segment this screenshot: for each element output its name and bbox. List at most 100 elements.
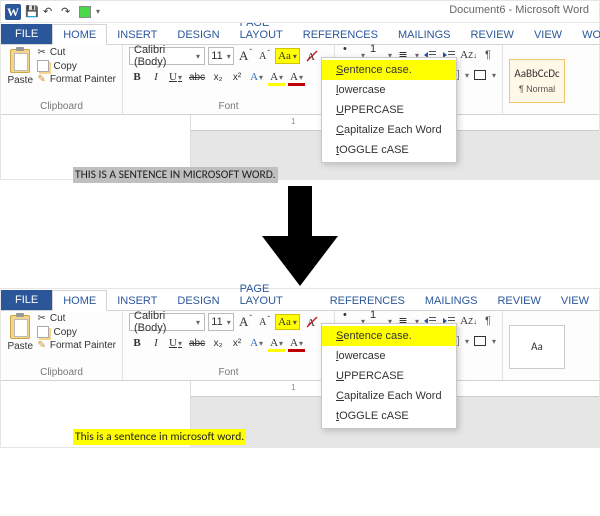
tab-page-layout[interactable]: PAGE LAYOUT bbox=[230, 279, 320, 310]
undo-icon[interactable]: ↶ bbox=[43, 5, 57, 19]
underline-button[interactable]: U▾ bbox=[167, 335, 184, 351]
tab-mailings[interactable]: MAILINGS bbox=[415, 291, 488, 310]
font-size-combo[interactable]: 11▾ bbox=[208, 47, 234, 65]
italic-button[interactable]: I bbox=[148, 335, 164, 351]
superscript-button[interactable]: x bbox=[229, 69, 245, 85]
redo-icon[interactable]: ↷ bbox=[61, 5, 75, 19]
document-text-result[interactable]: This is a sentence in microsoft word. bbox=[73, 429, 246, 445]
save-icon[interactable]: 💾 bbox=[25, 5, 39, 19]
ruler-tick: 1 bbox=[291, 117, 295, 126]
tab-file[interactable]: FILE bbox=[1, 24, 52, 44]
strikethrough-button[interactable]: abc bbox=[187, 335, 207, 351]
font-size-value: 11 bbox=[211, 316, 222, 328]
borders-button[interactable] bbox=[472, 333, 488, 349]
paste-button[interactable]: Paste bbox=[7, 47, 33, 100]
italic-button[interactable]: I bbox=[148, 69, 164, 85]
sort-button[interactable] bbox=[460, 47, 477, 63]
borders-button[interactable] bbox=[472, 67, 488, 83]
clear-formatting-button[interactable]: A bbox=[303, 48, 321, 64]
superscript-button[interactable]: x bbox=[229, 335, 245, 351]
style-normal[interactable]: Aa bbox=[509, 325, 565, 369]
tab-mailings[interactable]: MAILINGS bbox=[388, 25, 461, 44]
case-capitalize[interactable]: Capitalize Each Word bbox=[322, 386, 456, 406]
tab-references[interactable]: REFERENCES bbox=[293, 25, 388, 44]
tab-insert[interactable]: INSERT bbox=[107, 25, 167, 44]
case-uppercase[interactable]: UPPERCASE bbox=[322, 366, 456, 386]
tab-references[interactable]: REFERENCES bbox=[320, 291, 415, 310]
window-title: Document6 - Microsoft Word bbox=[449, 4, 589, 16]
document-text-selected[interactable]: THIS IS A SENTENCE IN MICROSOFT WORD. bbox=[73, 167, 278, 183]
tab-insert[interactable]: INSERT bbox=[107, 291, 167, 310]
case-capitalize[interactable]: Capitalize Each Word bbox=[322, 120, 456, 140]
tab-file[interactable]: FILE bbox=[1, 290, 52, 310]
format-painter-label: Format Painter bbox=[50, 340, 116, 351]
clear-formatting-button[interactable]: A bbox=[303, 314, 321, 330]
grow-font-button[interactable] bbox=[237, 48, 253, 64]
cut-button[interactable]: Cut bbox=[37, 47, 116, 58]
case-lowercase[interactable]: lowercase bbox=[322, 346, 456, 366]
tab-home[interactable]: HOME bbox=[52, 24, 107, 45]
group-font: Calibri (Body)▾ 11▾ A B I U▾ abc x x bbox=[123, 45, 335, 114]
document-area: 1 This is a sentence in microsoft word. bbox=[1, 381, 599, 447]
group-clipboard: Paste Cut Copy Format Painter Clipboard bbox=[1, 311, 123, 380]
format-painter-button[interactable]: Format Painter bbox=[37, 74, 116, 85]
highlight-button[interactable]: ▾ bbox=[268, 69, 285, 85]
qat-dropdown-icon[interactable]: ▾ bbox=[96, 7, 100, 16]
show-marks-button[interactable] bbox=[480, 47, 496, 63]
case-toggle[interactable]: tOGGLE cASE bbox=[322, 140, 456, 160]
sort-button[interactable] bbox=[460, 313, 477, 329]
strikethrough-button[interactable]: abc bbox=[187, 69, 207, 85]
style-normal[interactable]: AaBbCcDc ¶ Normal bbox=[509, 59, 565, 103]
subscript-button[interactable]: x bbox=[210, 69, 226, 85]
bold-button[interactable]: B bbox=[129, 335, 145, 351]
text-effects-button[interactable]: A▾ bbox=[248, 69, 265, 85]
group-font: Calibri (Body)▾ 11▾ A B I U▾ abc x x bbox=[123, 311, 335, 380]
tab-view[interactable]: VIEW bbox=[524, 25, 572, 44]
font-color-button[interactable]: ▾ bbox=[288, 335, 305, 351]
chevron-down-icon: ▾ bbox=[227, 318, 231, 327]
copy-icon bbox=[37, 60, 49, 72]
change-case-menu: SSentence case.entence case. lowercase U… bbox=[321, 57, 457, 163]
ribbon-tabs: FILE HOME INSERT DESIGN PAGE LAYOUT REFE… bbox=[1, 23, 599, 45]
bold-button[interactable]: B bbox=[129, 69, 145, 85]
case-uppercase[interactable]: UPPERCASE bbox=[322, 100, 456, 120]
tab-view[interactable]: VIEW bbox=[551, 291, 599, 310]
copy-button[interactable]: Copy bbox=[37, 326, 116, 338]
tab-worldox[interactable]: WORLDOX bbox=[572, 25, 600, 44]
case-sentence[interactable]: Sentence case. bbox=[322, 326, 456, 346]
shrink-font-button[interactable] bbox=[256, 314, 272, 330]
change-case-button[interactable] bbox=[275, 314, 300, 330]
font-size-combo[interactable]: 11 ▾ bbox=[208, 313, 234, 331]
highlight-button[interactable]: ▾ bbox=[268, 335, 285, 351]
font-name-combo[interactable]: Calibri (Body)▾ bbox=[129, 47, 205, 65]
shrink-font-button[interactable] bbox=[256, 48, 272, 64]
tab-review[interactable]: REVIEW bbox=[487, 291, 550, 310]
paste-button[interactable]: Paste bbox=[7, 313, 33, 366]
copy-label: Copy bbox=[53, 61, 76, 72]
case-sentence[interactable]: SSentence case.entence case. bbox=[322, 60, 456, 80]
font-name-combo[interactable]: Calibri (Body)▾ bbox=[129, 313, 205, 331]
subscript-button[interactable]: x bbox=[210, 335, 226, 351]
copy-button[interactable]: Copy bbox=[37, 60, 116, 72]
tab-home[interactable]: HOME bbox=[52, 290, 107, 311]
cut-label: Cut bbox=[50, 47, 66, 58]
paste-label: Paste bbox=[7, 75, 33, 86]
show-marks-button[interactable] bbox=[480, 313, 496, 329]
text-effects-button[interactable]: A▾ bbox=[248, 335, 265, 351]
tab-review[interactable]: REVIEW bbox=[461, 25, 524, 44]
cut-button[interactable]: Cut bbox=[37, 313, 116, 324]
scissors-icon bbox=[37, 47, 45, 58]
underline-button[interactable]: U▾ bbox=[167, 69, 184, 85]
group-styles: Aa bbox=[503, 311, 599, 380]
tab-design[interactable]: DESIGN bbox=[167, 291, 229, 310]
grow-font-button[interactable] bbox=[237, 314, 253, 330]
change-case-button[interactable] bbox=[275, 48, 300, 64]
tab-design[interactable]: DESIGN bbox=[167, 25, 229, 44]
group-clipboard: Paste Cut Copy Format Painter Clipboard bbox=[1, 45, 123, 114]
case-toggle[interactable]: tOGGLE cASE bbox=[322, 406, 456, 426]
color-swatch-icon[interactable] bbox=[79, 6, 91, 18]
case-lowercase[interactable]: lowercase bbox=[322, 80, 456, 100]
format-painter-button[interactable]: Format Painter bbox=[37, 340, 116, 351]
font-color-button[interactable]: ▾ bbox=[288, 69, 305, 85]
font-name-value: Calibri (Body) bbox=[134, 310, 192, 334]
